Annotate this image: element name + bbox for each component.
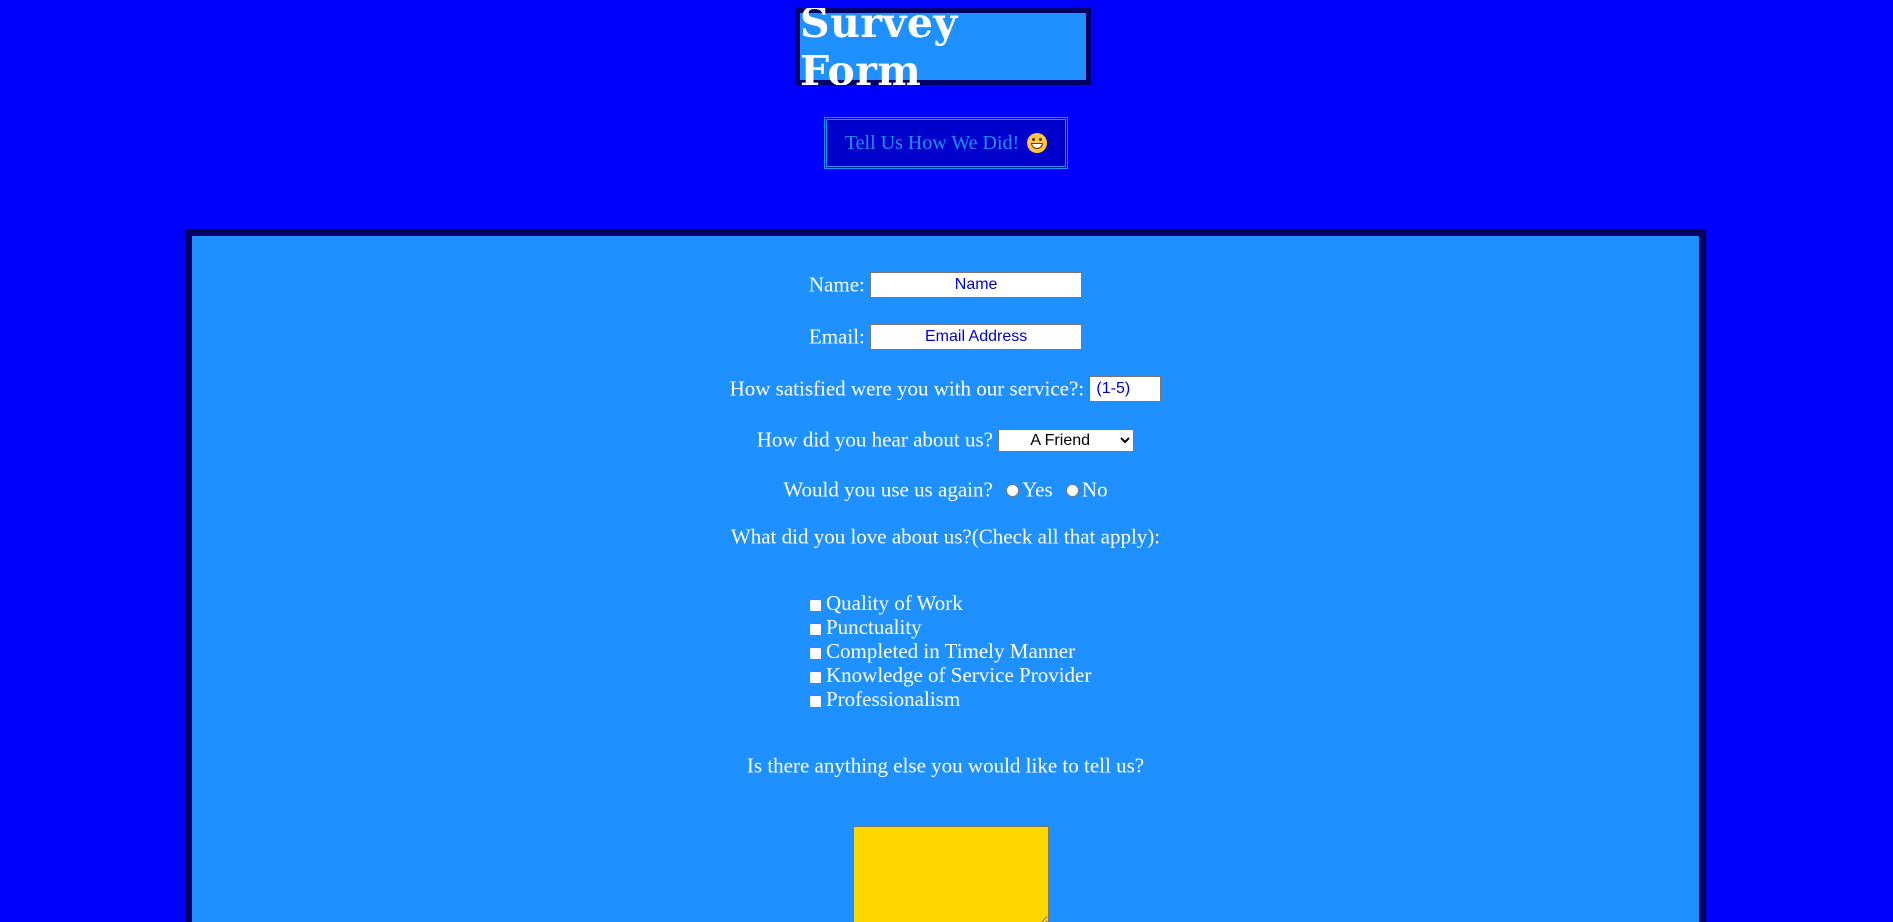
punctuality-label: Punctuality <box>826 615 922 639</box>
satisfaction-row: How satisfied were you with our service?… <box>192 375 1699 403</box>
email-input[interactable] <box>870 324 1083 351</box>
list-item: Knowledge of Service Provider <box>809 663 1091 687</box>
professionalism-checkbox[interactable] <box>809 694 822 708</box>
loved-label: What did you love about us?(Check all th… <box>730 524 1161 549</box>
comments-textarea[interactable] <box>853 826 1049 922</box>
satisfaction-input[interactable] <box>1089 376 1162 403</box>
name-row: Name: <box>192 271 1699 299</box>
use-again-no-radio[interactable] <box>1065 483 1079 497</box>
name-label: Name: <box>808 272 865 297</box>
name-input[interactable] <box>870 272 1083 299</box>
knowledge-checkbox[interactable] <box>809 670 822 684</box>
grinning-face-icon <box>1027 133 1048 153</box>
use-again-no-label: No <box>1081 477 1108 502</box>
referral-label: How did you hear about us? <box>756 427 993 452</box>
use-again-yes-label: Yes <box>1022 477 1053 502</box>
timely-checkbox[interactable] <box>809 646 822 660</box>
list-item: Quality of Work <box>809 591 1091 615</box>
timely-label: Completed in Timely Manner <box>826 639 1076 663</box>
title-banner: Survey Form <box>793 0 1093 95</box>
email-row: Email: <box>192 323 1699 351</box>
tagline-text: Tell Us How We Did! <box>844 131 1020 154</box>
list-item: Punctuality <box>809 615 1091 639</box>
list-item: Professionalism <box>809 687 1091 711</box>
list-item: Completed in Timely Manner <box>809 639 1091 663</box>
survey-form-panel: Name: Email: How satisfied were you with… <box>185 229 1706 922</box>
referral-select[interactable]: A Friend <box>998 428 1135 452</box>
tagline-banner: Tell Us How We Did! <box>824 117 1068 169</box>
quality-label: Quality of Work <box>826 591 963 615</box>
loved-checkbox-list: Quality of Work Punctuality Completed in… <box>809 591 1091 711</box>
use-again-row: Would you use us again? Yes No <box>192 476 1699 503</box>
satisfaction-label: How satisfied were you with our service?… <box>729 376 1085 401</box>
survey-form: Name: Email: How satisfied were you with… <box>192 236 1699 922</box>
professionalism-label: Professionalism <box>826 687 961 711</box>
email-label: Email: <box>808 324 865 349</box>
use-again-yes-radio[interactable] <box>1006 483 1020 497</box>
use-again-label: Would you use us again? <box>783 477 993 502</box>
knowledge-label: Knowledge of Service Provider <box>826 663 1092 687</box>
page-title: Survey Form <box>800 0 958 95</box>
loved-row: What did you love about us?(Check all th… <box>192 523 1699 550</box>
quality-checkbox[interactable] <box>809 598 822 612</box>
comments-row: Is there anything else you would like to… <box>192 752 1699 779</box>
survey-page: Survey Form Tell Us How We Did! Name: Em… <box>0 0 1893 922</box>
punctuality-checkbox[interactable] <box>809 622 822 636</box>
comments-label: Is there anything else you would like to… <box>746 753 1145 778</box>
referral-row: How did you hear about us? A Friend <box>192 426 1699 453</box>
